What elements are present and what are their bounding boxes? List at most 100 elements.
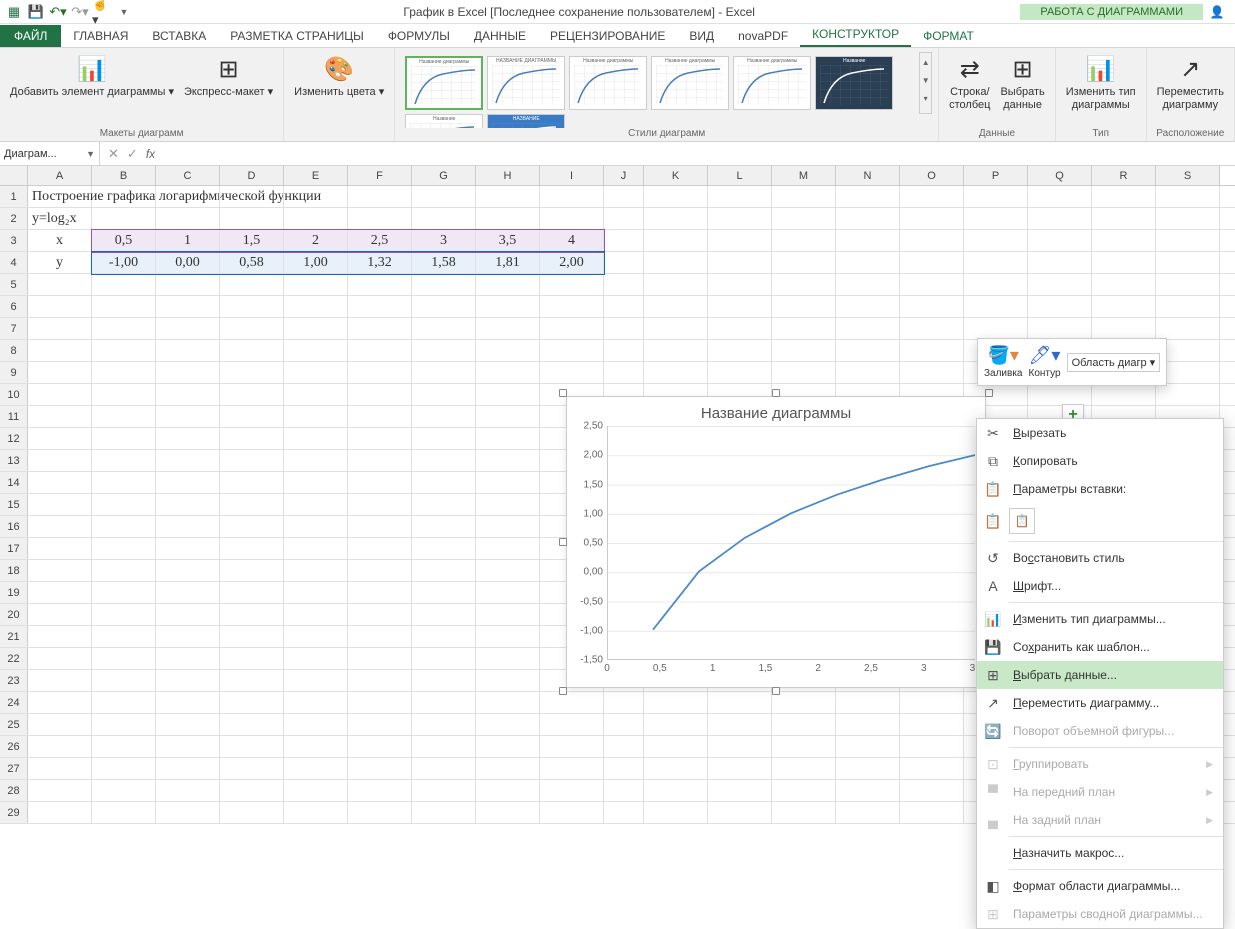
cell-R5[interactable] bbox=[1092, 274, 1156, 295]
cell-P4[interactable] bbox=[964, 252, 1028, 273]
cell-D24[interactable] bbox=[220, 692, 284, 713]
cell-M28[interactable] bbox=[772, 780, 836, 801]
cell-E19[interactable] bbox=[284, 582, 348, 603]
cell-D18[interactable] bbox=[220, 560, 284, 581]
cell-O4[interactable] bbox=[900, 252, 964, 273]
cell-O9[interactable] bbox=[900, 362, 964, 383]
cell-F5[interactable] bbox=[348, 274, 412, 295]
cell-G3[interactable]: 3 bbox=[412, 230, 476, 251]
cell-J29[interactable] bbox=[604, 802, 644, 823]
context-menu-item[interactable]: ◧Формат области диаграммы... bbox=[977, 872, 1223, 900]
row-header-13[interactable]: 13 bbox=[0, 450, 28, 471]
cell-B5[interactable] bbox=[92, 274, 156, 295]
cell-S1[interactable] bbox=[1156, 186, 1220, 207]
cell-C23[interactable] bbox=[156, 670, 220, 691]
context-menu-item[interactable]: 💾Сохранить как шаблон... bbox=[977, 633, 1223, 661]
cell-D20[interactable] bbox=[220, 604, 284, 625]
cell-D1[interactable] bbox=[220, 186, 284, 207]
context-menu-item[interactable]: ⧉Копировать bbox=[977, 447, 1223, 475]
cell-C29[interactable] bbox=[156, 802, 220, 823]
cell-N7[interactable] bbox=[836, 318, 900, 339]
cell-H27[interactable] bbox=[476, 758, 540, 779]
cell-P7[interactable] bbox=[964, 318, 1028, 339]
cell-C1[interactable] bbox=[156, 186, 220, 207]
cell-F29[interactable] bbox=[348, 802, 412, 823]
cell-B2[interactable] bbox=[92, 208, 156, 229]
cell-F17[interactable] bbox=[348, 538, 412, 559]
cell-E5[interactable] bbox=[284, 274, 348, 295]
cell-Q6[interactable] bbox=[1028, 296, 1092, 317]
cell-C12[interactable] bbox=[156, 428, 220, 449]
chart-style-3[interactable]: Название диаграммы bbox=[569, 56, 647, 110]
tab-review[interactable]: РЕЦЕНЗИРОВАНИЕ bbox=[538, 25, 677, 47]
cell-D8[interactable] bbox=[220, 340, 284, 361]
cell-H12[interactable] bbox=[476, 428, 540, 449]
cell-D10[interactable] bbox=[220, 384, 284, 405]
cell-B18[interactable] bbox=[92, 560, 156, 581]
cell-F19[interactable] bbox=[348, 582, 412, 603]
cell-H9[interactable] bbox=[476, 362, 540, 383]
cell-N8[interactable] bbox=[836, 340, 900, 361]
cell-D3[interactable]: 1,5 bbox=[220, 230, 284, 251]
cell-F2[interactable] bbox=[348, 208, 412, 229]
cell-S5[interactable] bbox=[1156, 274, 1220, 295]
name-box[interactable]: Диаграм... ▼ bbox=[0, 142, 100, 165]
cell-Q5[interactable] bbox=[1028, 274, 1092, 295]
tab-data[interactable]: ДАННЫЕ bbox=[462, 25, 538, 47]
cell-N2[interactable] bbox=[836, 208, 900, 229]
cell-G6[interactable] bbox=[412, 296, 476, 317]
cell-E11[interactable] bbox=[284, 406, 348, 427]
cell-K1[interactable] bbox=[644, 186, 708, 207]
cell-A21[interactable] bbox=[28, 626, 92, 647]
user-silhouette-icon[interactable]: 👤 bbox=[1203, 2, 1231, 22]
cell-I6[interactable] bbox=[540, 296, 604, 317]
cell-M5[interactable] bbox=[772, 274, 836, 295]
cell-B17[interactable] bbox=[92, 538, 156, 559]
cell-H28[interactable] bbox=[476, 780, 540, 801]
cell-F13[interactable] bbox=[348, 450, 412, 471]
save-icon[interactable]: 💾 bbox=[26, 2, 46, 22]
cell-I26[interactable] bbox=[540, 736, 604, 757]
cell-O2[interactable] bbox=[900, 208, 964, 229]
col-header-Q[interactable]: Q bbox=[1028, 166, 1092, 185]
col-header-E[interactable]: E bbox=[284, 166, 348, 185]
chart-style-1[interactable]: Название диаграммы bbox=[405, 56, 483, 110]
cell-G29[interactable] bbox=[412, 802, 476, 823]
chart-style-4[interactable]: Название диаграммы bbox=[651, 56, 729, 110]
cell-G1[interactable] bbox=[412, 186, 476, 207]
row-header-15[interactable]: 15 bbox=[0, 494, 28, 515]
cell-J3[interactable] bbox=[604, 230, 644, 251]
cell-A15[interactable] bbox=[28, 494, 92, 515]
row-header-17[interactable]: 17 bbox=[0, 538, 28, 559]
cell-G5[interactable] bbox=[412, 274, 476, 295]
row-header-11[interactable]: 11 bbox=[0, 406, 28, 427]
cell-A8[interactable] bbox=[28, 340, 92, 361]
cell-F21[interactable] bbox=[348, 626, 412, 647]
cell-E25[interactable] bbox=[284, 714, 348, 735]
cell-A9[interactable] bbox=[28, 362, 92, 383]
cell-B3[interactable]: 0,5 bbox=[92, 230, 156, 251]
cell-E8[interactable] bbox=[284, 340, 348, 361]
cell-A27[interactable] bbox=[28, 758, 92, 779]
cell-O7[interactable] bbox=[900, 318, 964, 339]
cell-B15[interactable] bbox=[92, 494, 156, 515]
cell-K2[interactable] bbox=[644, 208, 708, 229]
cell-N27[interactable] bbox=[836, 758, 900, 779]
cell-B27[interactable] bbox=[92, 758, 156, 779]
cell-H19[interactable] bbox=[476, 582, 540, 603]
cell-D11[interactable] bbox=[220, 406, 284, 427]
cell-B1[interactable] bbox=[92, 186, 156, 207]
cell-P5[interactable] bbox=[964, 274, 1028, 295]
col-header-J[interactable]: J bbox=[604, 166, 644, 185]
cell-L27[interactable] bbox=[708, 758, 772, 779]
cell-J28[interactable] bbox=[604, 780, 644, 801]
cell-C8[interactable] bbox=[156, 340, 220, 361]
cell-I29[interactable] bbox=[540, 802, 604, 823]
cell-K3[interactable] bbox=[644, 230, 708, 251]
chart-area-select[interactable]: Область диагр ▾ bbox=[1067, 353, 1161, 372]
cell-A12[interactable] bbox=[28, 428, 92, 449]
cell-F26[interactable] bbox=[348, 736, 412, 757]
cell-F8[interactable] bbox=[348, 340, 412, 361]
cell-D2[interactable] bbox=[220, 208, 284, 229]
cell-C9[interactable] bbox=[156, 362, 220, 383]
